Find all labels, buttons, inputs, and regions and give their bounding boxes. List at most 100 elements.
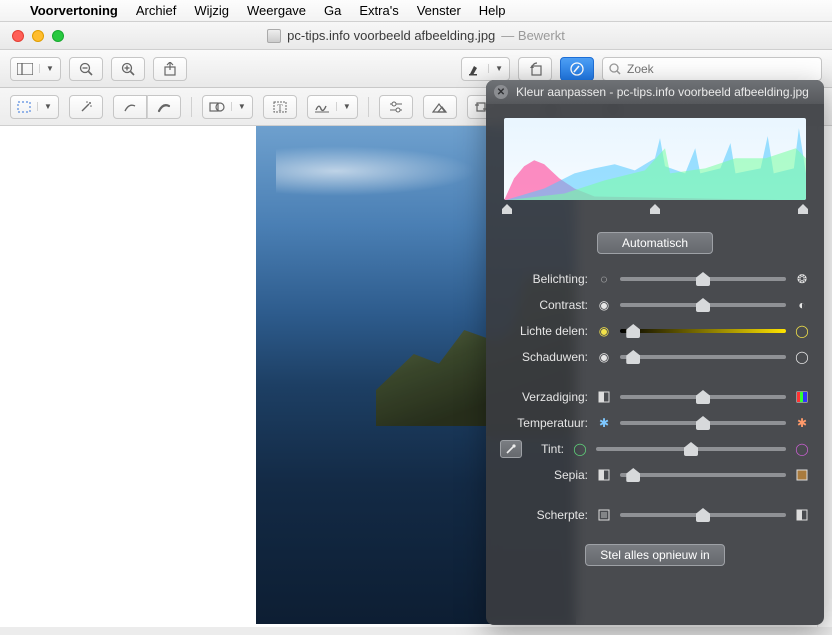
shadows-low-icon: ◉ (596, 349, 612, 365)
highlights-label: Lichte delen: (500, 324, 588, 338)
sharpness-soft-icon (596, 507, 612, 523)
panel-titlebar[interactable]: ✕ Kleur aanpassen - pc-tips.info voorbee… (486, 80, 824, 104)
adjust-size-button[interactable] (423, 95, 457, 119)
chevron-down-icon: ▼ (39, 64, 60, 73)
shapes-button[interactable]: ▼ (202, 95, 253, 119)
highlights-high-icon: ◯ (794, 323, 810, 339)
chevron-down-icon: ▼ (231, 102, 252, 111)
contrast-label: Contrast: (500, 298, 588, 312)
rotate-left-icon (528, 62, 542, 76)
reset-all-button[interactable]: Stel alles opnieuw in (585, 544, 724, 566)
highlights-low-icon: ◉ (596, 323, 612, 339)
temperature-warm-icon: ✱ (794, 415, 810, 431)
adjust-color-button[interactable] (379, 95, 413, 119)
marker-icon (462, 62, 488, 76)
text-box-icon: T (273, 100, 287, 114)
sepia-thumb[interactable] (626, 468, 640, 482)
slider-shadows[interactable]: Schaduwen: ◉ ◯ (500, 344, 810, 370)
svg-text:T: T (277, 103, 283, 113)
sketch-tool-button[interactable] (147, 95, 181, 119)
auto-levels-button[interactable]: Automatisch (597, 232, 713, 254)
markup-toggle-button[interactable] (560, 57, 594, 81)
zoom-in-button[interactable] (111, 57, 145, 81)
document-title: pc-tips.info voorbeeld afbeelding.jpg (287, 28, 495, 43)
histogram (504, 118, 806, 200)
sharpness-thumb[interactable] (696, 508, 710, 522)
rotate-button[interactable] (518, 57, 552, 81)
saturation-label: Verzadiging: (500, 390, 588, 404)
slider-tint[interactable]: Tint: ◯ ◯ (500, 436, 810, 462)
exposure-thumb[interactable] (696, 272, 710, 286)
contrast-thumb[interactable] (696, 298, 710, 312)
text-tool-button[interactable]: T (263, 95, 297, 119)
contrast-high-icon: ◐ (794, 297, 810, 313)
temperature-cold-icon: ✱ (596, 415, 612, 431)
temperature-thumb[interactable] (696, 416, 710, 430)
sign-button[interactable]: ▼ (307, 95, 358, 119)
levels-white-handle[interactable] (798, 204, 808, 214)
zoom-out-button[interactable] (69, 57, 103, 81)
shapes-icon (203, 100, 231, 114)
sidebar-icon (11, 63, 39, 75)
panel-close-button[interactable]: ✕ (494, 85, 508, 99)
search-icon (609, 63, 621, 75)
window-zoom-button[interactable] (52, 30, 64, 42)
slider-sharpness[interactable]: Scherpte: (500, 502, 810, 528)
window-minimize-button[interactable] (32, 30, 44, 42)
signature-icon (308, 101, 336, 113)
tint-thumb[interactable] (684, 442, 698, 456)
slider-saturation[interactable]: Verzadiging: (500, 384, 810, 410)
menu-view[interactable]: Weergave (247, 3, 306, 18)
toolbar-divider (191, 97, 192, 117)
slider-exposure[interactable]: Belichting: ◌ ❂ (500, 266, 810, 292)
highlights-thumb[interactable] (626, 324, 640, 338)
slider-temperature[interactable]: Temperatuur: ✱ ✱ (500, 410, 810, 436)
rect-select-icon (11, 101, 37, 113)
view-mode-button[interactable]: ▼ (10, 57, 61, 81)
menu-go[interactable]: Ga (324, 3, 341, 18)
slider-contrast[interactable]: Contrast: ◉ ◐ (500, 292, 810, 318)
share-icon (164, 62, 176, 76)
levels-track[interactable] (504, 204, 806, 218)
exposure-label: Belichting: (500, 272, 588, 286)
saturation-low-icon (596, 389, 612, 405)
window-close-button[interactable] (12, 30, 24, 42)
menu-window[interactable]: Venster (417, 3, 461, 18)
levels-black-handle[interactable] (502, 204, 512, 214)
app-menu[interactable]: Voorvertoning (30, 3, 118, 18)
share-button[interactable] (153, 57, 187, 81)
sepia-low-icon (596, 467, 612, 483)
tint-label: Tint: (528, 442, 564, 456)
slider-sepia[interactable]: Sepia: (500, 462, 810, 488)
chevron-down-icon: ▼ (488, 64, 509, 73)
slider-highlights[interactable]: Lichte delen: ◉ ◯ (500, 318, 810, 344)
system-menubar: Voorvertoning Archief Wijzig Weergave Ga… (0, 0, 832, 22)
sepia-label: Sepia: (500, 468, 588, 482)
shadows-thumb[interactable] (626, 350, 640, 364)
sketch-icon (157, 100, 171, 114)
draw-tool-button[interactable] (113, 95, 147, 119)
window-titlebar: pc-tips.info voorbeeld afbeelding.jpg — … (0, 22, 832, 50)
menu-extras[interactable]: Extra's (359, 3, 398, 18)
adjust-color-panel: ✕ Kleur aanpassen - pc-tips.info voorbee… (486, 80, 824, 625)
tint-eyedropper-button[interactable] (500, 440, 522, 458)
saturation-thumb[interactable] (696, 390, 710, 404)
search-input[interactable] (627, 62, 815, 76)
exposure-low-icon: ◌ (596, 271, 612, 287)
magic-wand-icon (79, 100, 93, 114)
instant-alpha-button[interactable] (69, 95, 103, 119)
document-proxy-icon[interactable] (267, 29, 281, 43)
saturation-high-icon (794, 389, 810, 405)
sepia-high-icon (794, 467, 810, 483)
eyedropper-icon (505, 443, 517, 455)
search-field[interactable] (602, 57, 822, 81)
selection-tool-button[interactable]: ▼ (10, 95, 59, 119)
temperature-label: Temperatuur: (500, 416, 588, 430)
sharpness-hard-icon (794, 507, 810, 523)
levels-mid-handle[interactable] (650, 204, 660, 214)
menu-file[interactable]: Archief (136, 3, 176, 18)
traffic-lights (0, 30, 64, 42)
highlight-button[interactable]: ▼ (461, 57, 510, 81)
menu-edit[interactable]: Wijzig (194, 3, 229, 18)
menu-help[interactable]: Help (479, 3, 506, 18)
